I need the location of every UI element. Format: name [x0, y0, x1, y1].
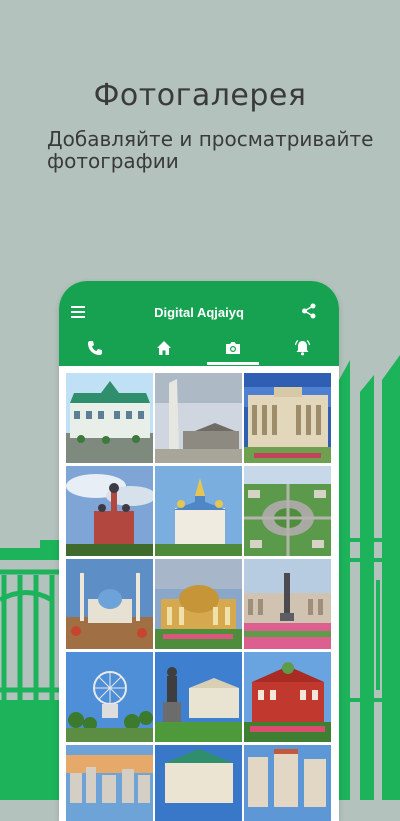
photo-tile[interactable]	[244, 745, 331, 821]
promo-subtitle: Добавляйте и просматривайте фотографии	[47, 127, 374, 173]
bell-icon[interactable]	[294, 339, 311, 356]
photo-tile[interactable]	[244, 652, 331, 742]
photo-tile[interactable]	[244, 466, 331, 556]
phone-icon[interactable]	[87, 340, 103, 356]
tab-selected-indicator	[207, 362, 259, 365]
photo-tile[interactable]	[244, 373, 331, 463]
photo-tile[interactable]	[66, 652, 153, 742]
photo-tile[interactable]	[155, 373, 242, 463]
camera-icon[interactable]	[225, 340, 241, 356]
share-icon[interactable]	[301, 303, 317, 319]
photo-tile[interactable]	[66, 466, 153, 556]
home-icon[interactable]	[156, 340, 172, 356]
photo-tile[interactable]	[155, 652, 242, 742]
phone-frame: Digital Aqjaiyq	[59, 281, 339, 821]
photo-tile[interactable]	[66, 373, 153, 463]
photo-tile[interactable]	[155, 466, 242, 556]
photo-tile[interactable]	[155, 559, 242, 649]
photo-tile[interactable]	[244, 559, 331, 649]
app-bar: Digital Aqjaiyq	[59, 281, 339, 366]
photo-tile[interactable]	[66, 559, 153, 649]
photo-tile[interactable]	[155, 745, 242, 821]
app-title: Digital Aqjaiyq	[154, 305, 244, 320]
promo-title: Фотогалерея	[93, 78, 307, 113]
photo-tile[interactable]	[66, 745, 153, 821]
